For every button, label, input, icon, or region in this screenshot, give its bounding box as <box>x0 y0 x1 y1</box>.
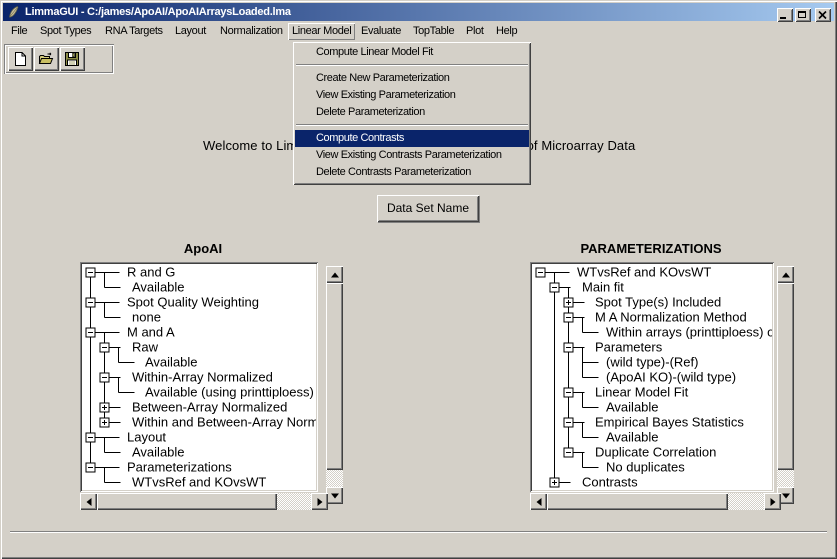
tree-node-label[interactable]: Available <box>606 400 659 415</box>
menu-toptable[interactable]: TopTable <box>413 22 454 41</box>
right-tree-header: PARAMETERIZATIONS <box>560 241 742 255</box>
open-file-icon <box>38 51 54 67</box>
linear-model-menu: Compute Linear Model Fit Create New Param… <box>293 42 531 185</box>
left-tree-vscrollbar[interactable] <box>326 266 343 504</box>
menu-help[interactable]: Help <box>496 22 517 41</box>
maximize-icon <box>798 11 806 18</box>
scrollbar-thumb[interactable] <box>777 283 794 470</box>
tree-node-label[interactable]: M A Normalization Method <box>595 310 747 325</box>
maximize-button[interactable] <box>795 8 811 22</box>
menu-item-compute-linear-model-fit[interactable]: Compute Linear Model Fit <box>295 44 529 61</box>
scroll-left-button[interactable] <box>530 493 547 510</box>
tree-node-label[interactable]: Duplicate Correlation <box>595 445 716 460</box>
menu-linear-model[interactable]: Linear Model <box>288 23 355 40</box>
tree-node-label[interactable]: Empirical Bayes Statistics <box>595 415 744 430</box>
tree-node-label[interactable]: Parameterizations <box>127 460 232 475</box>
menu-item-view-existing-parameterization[interactable]: View Existing Parameterization <box>295 87 529 104</box>
tree-node-label[interactable]: Layout <box>127 430 166 445</box>
menu-layout[interactable]: Layout <box>175 22 206 41</box>
right-tree-hscrollbar[interactable] <box>530 493 781 510</box>
menu-item-compute-contrasts[interactable]: Compute Contrasts <box>295 130 529 147</box>
menubar: File Spot Types RNA Targets Layout Normaliza… <box>3 22 834 41</box>
app-icon <box>6 5 20 19</box>
tree-node-label[interactable]: Main fit <box>582 280 624 295</box>
minimize-icon <box>780 17 786 19</box>
tree-node-label[interactable]: Spot Quality Weighting <box>127 295 259 310</box>
right-arrow-icon <box>317 498 322 506</box>
tree-node-label[interactable]: Within and Between-Array Normalized <box>132 415 316 430</box>
tree-node-label[interactable]: Available <box>606 430 659 445</box>
menu-separator <box>296 124 528 126</box>
left-tree-hscrollbar[interactable] <box>80 493 328 510</box>
left-arrow-icon <box>86 498 91 506</box>
left-tree: R and GAvailableSpot Quality Weightingno… <box>80 262 318 492</box>
new-file-icon <box>12 51 28 67</box>
tree-node-label[interactable]: none <box>132 310 161 325</box>
tree-node-label[interactable]: (wild type)-(Ref) <box>606 355 698 370</box>
tree-node-label[interactable]: (ApoAI KO)-(wild type) <box>606 370 736 385</box>
menu-file[interactable]: File <box>11 22 27 41</box>
tree-node-label[interactable]: WTvsRef and KOvsWT <box>132 475 266 490</box>
app-window: LimmaGUI - C:/james/ApoAI/ApoAIArraysLoa… <box>0 0 837 559</box>
menu-item-delete-contrasts-parameterization[interactable]: Delete Contrasts Parameterization <box>295 164 529 181</box>
tree-node-label[interactable]: Contrasts <box>582 475 638 490</box>
tree-node-label[interactable]: Between-Array Normalized <box>132 400 287 415</box>
scroll-left-button[interactable] <box>80 493 97 510</box>
close-button[interactable] <box>815 8 831 22</box>
save-file-icon <box>64 51 80 67</box>
tree-node-label[interactable]: Spot Type(s) Included <box>595 295 721 310</box>
tree-node-label[interactable]: Available (using printtiploess) <box>145 385 314 400</box>
tree-node-label[interactable]: R and G <box>127 265 175 280</box>
right-tree-vscrollbar[interactable] <box>777 266 794 504</box>
menu-normalization[interactable]: Normalization <box>220 22 283 41</box>
menu-item-delete-parameterization[interactable]: Delete Parameterization <box>295 104 529 121</box>
scroll-up-button[interactable] <box>326 266 343 283</box>
toolbar <box>4 44 114 74</box>
right-tree: WTvsRef and KOvsWTMain fitSpot Type(s) I… <box>530 262 774 492</box>
scroll-right-button[interactable] <box>764 493 781 510</box>
scroll-down-button[interactable] <box>326 487 343 504</box>
window-title: LimmaGUI - C:/james/ApoAI/ApoAIArraysLoa… <box>25 6 291 18</box>
tree-node-label[interactable]: Available <box>132 280 185 295</box>
new-file-button[interactable] <box>8 47 33 71</box>
scrollbar-thumb[interactable] <box>97 493 277 510</box>
tree-node-label[interactable]: No duplicates <box>606 460 685 475</box>
tree-node-label[interactable]: Available <box>145 355 198 370</box>
left-tree-header: ApoAI <box>130 241 276 255</box>
tree-node-label[interactable]: Parameters <box>595 340 663 355</box>
menu-evaluate[interactable]: Evaluate <box>361 22 401 41</box>
up-arrow-icon <box>331 272 339 277</box>
status-separator <box>10 531 827 533</box>
tree-node-label[interactable]: Linear Model Fit <box>595 385 689 400</box>
minimize-button[interactable] <box>777 8 793 22</box>
scrollbar-thumb[interactable] <box>326 283 343 470</box>
down-arrow-icon <box>782 493 790 498</box>
menu-separator <box>296 64 528 66</box>
data-set-name-button[interactable]: Data Set Name <box>377 195 479 222</box>
scrollbar-thumb[interactable] <box>547 493 728 510</box>
titlebar: LimmaGUI - C:/james/ApoAI/ApoAIArraysLoa… <box>3 3 834 21</box>
menu-spot-types[interactable]: Spot Types <box>40 22 91 41</box>
tree-node-label[interactable]: WTvsRef and KOvsWT <box>577 265 711 280</box>
scroll-up-button[interactable] <box>777 266 794 283</box>
save-file-button[interactable] <box>60 47 85 71</box>
tree-node-label[interactable]: Within arrays (printtiploess) only <box>606 325 772 340</box>
menu-item-create-new-parameterization[interactable]: Create New Parameterization <box>295 70 529 87</box>
down-arrow-icon <box>331 493 339 498</box>
close-icon <box>815 8 831 22</box>
tree-node-label[interactable]: Raw <box>132 340 159 355</box>
right-arrow-icon <box>770 498 775 506</box>
up-arrow-icon <box>782 272 790 277</box>
open-file-button[interactable] <box>34 47 59 71</box>
left-arrow-icon <box>536 498 541 506</box>
tree-node-label[interactable]: Available <box>132 445 185 460</box>
menu-rna-targets[interactable]: RNA Targets <box>105 22 163 41</box>
menu-item-view-existing-contrasts-parameterization[interactable]: View Existing Contrasts Parameterization <box>295 147 529 164</box>
menu-plot[interactable]: Plot <box>466 22 484 41</box>
tree-node-label[interactable]: M and A <box>127 325 175 340</box>
scroll-right-button[interactable] <box>311 493 328 510</box>
tree-node-label[interactable]: Within-Array Normalized <box>132 370 273 385</box>
